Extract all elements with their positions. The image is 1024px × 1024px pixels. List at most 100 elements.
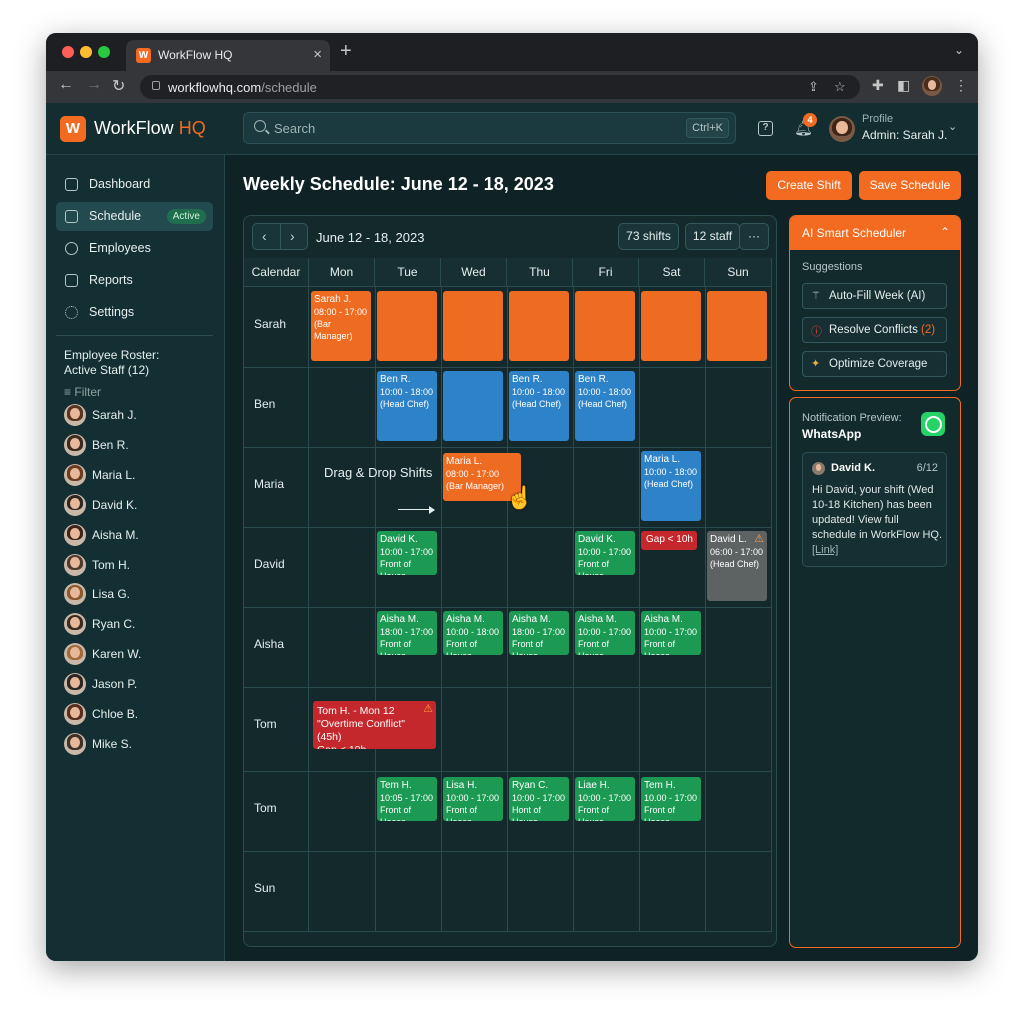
shift-block[interactable]: Maria L. 10:00 - 18:00 (Head Chef) xyxy=(641,451,701,521)
shift-block[interactable]: Ben R. 10:00 - 18:00 (Head Chef) xyxy=(575,371,635,441)
shift-block[interactable]: Tem H. 10.00 - 17:00 Front of Hoase xyxy=(641,777,701,821)
auto-fill-week-button[interactable]: ⚚ Auto-Fill Week (AI) xyxy=(802,283,947,309)
shift-block-empty[interactable] xyxy=(575,291,635,361)
shift-block-empty[interactable] xyxy=(641,291,701,361)
roster-employee[interactable]: Maria L. xyxy=(64,463,214,487)
roster-employee[interactable]: Sarah J. xyxy=(64,403,214,427)
profile-avatar[interactable] xyxy=(829,116,855,142)
save-schedule-button[interactable]: Save Schedule xyxy=(859,171,961,200)
roster-employee[interactable]: Mike S. xyxy=(64,732,214,756)
url-text[interactable]: workflowhq.com/schedule xyxy=(168,80,317,95)
roster-employee[interactable]: Jason P. xyxy=(64,672,214,696)
new-tab-icon[interactable]: + xyxy=(340,40,352,63)
shift-block-empty[interactable] xyxy=(509,291,569,361)
sidebar-item-reports[interactable]: Reports xyxy=(56,266,213,295)
shift-employee: David K. xyxy=(380,534,418,545)
reload-icon[interactable]: ↻ xyxy=(112,76,125,96)
shift-block[interactable]: Aisha M. 10:00 - 18:00 Front of House xyxy=(443,611,503,655)
sidebar-item-schedule[interactable]: Schedule Active xyxy=(56,202,213,231)
shift-employee: Ben R. xyxy=(512,374,543,385)
shift-employee: Ryan C. xyxy=(512,780,549,791)
forward-arrow-icon[interactable]: → xyxy=(86,76,102,94)
chevron-up-icon[interactable]: ⌃ xyxy=(940,225,950,239)
address-bar[interactable]: workflowhq.com/schedule ⇪ ☆ xyxy=(140,75,860,99)
shift-time: 10:00 - 18:00 xyxy=(512,387,566,397)
share-icon[interactable]: ⇪ xyxy=(808,79,819,95)
resolve-conflicts-button[interactable]: ⓘ Resolve Conflicts (2) xyxy=(802,317,947,343)
bookmark-star-icon[interactable]: ☆ xyxy=(834,79,846,95)
optimize-coverage-button[interactable]: ✦ Optimize Coverage xyxy=(802,351,947,377)
browser-profile-avatar[interactable] xyxy=(922,76,942,96)
shift-employee: Aisha M. xyxy=(644,614,683,625)
tab-list-chevron-icon[interactable]: ⌄ xyxy=(954,43,964,57)
employee-avatar xyxy=(64,493,86,516)
search-input[interactable]: Search Ctrl+K xyxy=(243,112,736,144)
shift-role: Front of House xyxy=(446,639,478,655)
close-window-button[interactable] xyxy=(62,46,74,58)
shift-block-empty[interactable] xyxy=(443,371,503,441)
sidebar-toggle-icon[interactable]: ◧ xyxy=(897,77,910,94)
overtime-conflict-alert[interactable]: Tom H. - Mon 12 "Overtime Conflict" (45h)… xyxy=(313,701,436,749)
shift-time: 10:00 - 17:00 xyxy=(578,547,632,557)
employee-avatar xyxy=(64,463,86,486)
extensions-puzzle-icon[interactable]: ✚ xyxy=(872,77,884,94)
roster-employee[interactable]: David K. xyxy=(64,493,214,517)
tab-close-icon[interactable]: × xyxy=(313,46,322,63)
roster-employee[interactable]: Tom H. xyxy=(64,553,214,577)
back-arrow-icon[interactable]: ← xyxy=(58,76,74,94)
next-week-chevron-icon[interactable]: › xyxy=(290,228,295,244)
shift-employee: Tem H. xyxy=(380,780,412,791)
shift-block[interactable]: David K. 10:00 - 17:00 Front of Hause xyxy=(377,531,437,575)
create-shift-button[interactable]: Create Shift xyxy=(766,171,852,200)
sidebar-item-settings[interactable]: Settings xyxy=(56,298,213,327)
roster-filter[interactable]: ≡ Filter xyxy=(64,385,101,399)
warning-icon: ⚠ xyxy=(423,703,433,715)
shift-block-empty[interactable] xyxy=(707,291,767,361)
minimize-window-button[interactable] xyxy=(80,46,92,58)
shift-block[interactable]: Aisha M. 18:00 - 17:00 Front of Hause xyxy=(377,611,437,655)
shift-block[interactable]: Ben R. 10:00 - 18:00 (Head Chef) xyxy=(377,371,437,441)
roster-employee[interactable]: Ben R. xyxy=(64,433,214,457)
shift-block[interactable]: Aisha M. 10:00 - 17:00 Front of House xyxy=(575,611,635,655)
employee-name: Chloe B. xyxy=(92,707,139,721)
roster-employee[interactable]: Chloe B. xyxy=(64,702,214,726)
shift-block[interactable]: Sarah J. 08:00 - 17:00 (Bar Manager) xyxy=(311,291,371,361)
shift-employee: Aisha M. xyxy=(512,614,551,625)
roster-employee[interactable]: Ryan C. xyxy=(64,612,214,636)
shift-block[interactable]: David L. 06:00 - 17:00 (Head Chef) ⚠ xyxy=(707,531,767,601)
shift-time: 10:00 - 18:00 xyxy=(446,627,500,637)
employee-avatar xyxy=(64,553,86,576)
roster-employee[interactable]: Karen W. xyxy=(64,642,214,666)
week-navigation: ‹ › xyxy=(252,223,308,250)
gap-warning-badge[interactable]: Gap < 10h xyxy=(641,531,697,550)
shift-block-empty[interactable] xyxy=(443,291,503,361)
shift-block[interactable]: Lisa H. 10:00 - 17:00 Front of Hoase xyxy=(443,777,503,821)
app-logo-text[interactable]: WorkFlow HQ xyxy=(94,118,206,139)
shift-block[interactable]: Ryan C. 10:00 - 17:00 Hont of House xyxy=(509,777,569,821)
shift-block[interactable]: Aisha M. 18:00 - 17:00 Front of House xyxy=(509,611,569,655)
message-body: Hi David, your shift (Wed 10-18 Kitchen)… xyxy=(812,484,943,556)
roster-employee[interactable]: Aisha M. xyxy=(64,523,214,547)
help-icon[interactable]: ? xyxy=(758,121,773,136)
shift-block-empty[interactable] xyxy=(377,291,437,361)
browser-menu-icon[interactable]: ⋮ xyxy=(954,77,968,94)
prev-week-chevron-icon[interactable]: ‹ xyxy=(262,228,267,244)
sidebar-item-dashboard[interactable]: Dashboard xyxy=(56,170,213,199)
shift-block[interactable]: Aisha M. 10:00 - 17:00 Front of Hoase xyxy=(641,611,701,655)
ai-panel-header[interactable]: AI Smart Scheduler ⌃ xyxy=(790,216,960,250)
shift-block[interactable]: Liae H. 10:00 - 17:00 Front of House xyxy=(575,777,635,821)
message-link[interactable]: [Link] xyxy=(812,544,838,556)
roster-employee[interactable]: Lisa G. xyxy=(64,582,214,606)
profile-name[interactable]: Admin: Sarah J. xyxy=(862,128,947,142)
shift-block[interactable]: Tem H. 10:05 - 17:00 Front of Hoase xyxy=(377,777,437,821)
page-title: Weekly Schedule: June 12 - 18, 2023 xyxy=(243,174,554,194)
profile-chevron-down-icon[interactable]: ⌄ xyxy=(948,120,957,133)
shift-block[interactable]: David K. 10:00 - 17:00 Front of House xyxy=(575,531,635,575)
browser-tab[interactable]: W WorkFlow HQ × xyxy=(126,40,330,71)
column-header: Wed xyxy=(441,258,507,287)
message-date: 6/12 xyxy=(916,462,938,474)
shift-block[interactable]: Ben R. 10:00 - 18:00 (Head Chef) xyxy=(509,371,569,441)
maximize-window-button[interactable] xyxy=(98,46,110,58)
sidebar-item-employees[interactable]: Employees xyxy=(56,234,213,263)
more-options-icon[interactable]: ··· xyxy=(739,223,769,250)
